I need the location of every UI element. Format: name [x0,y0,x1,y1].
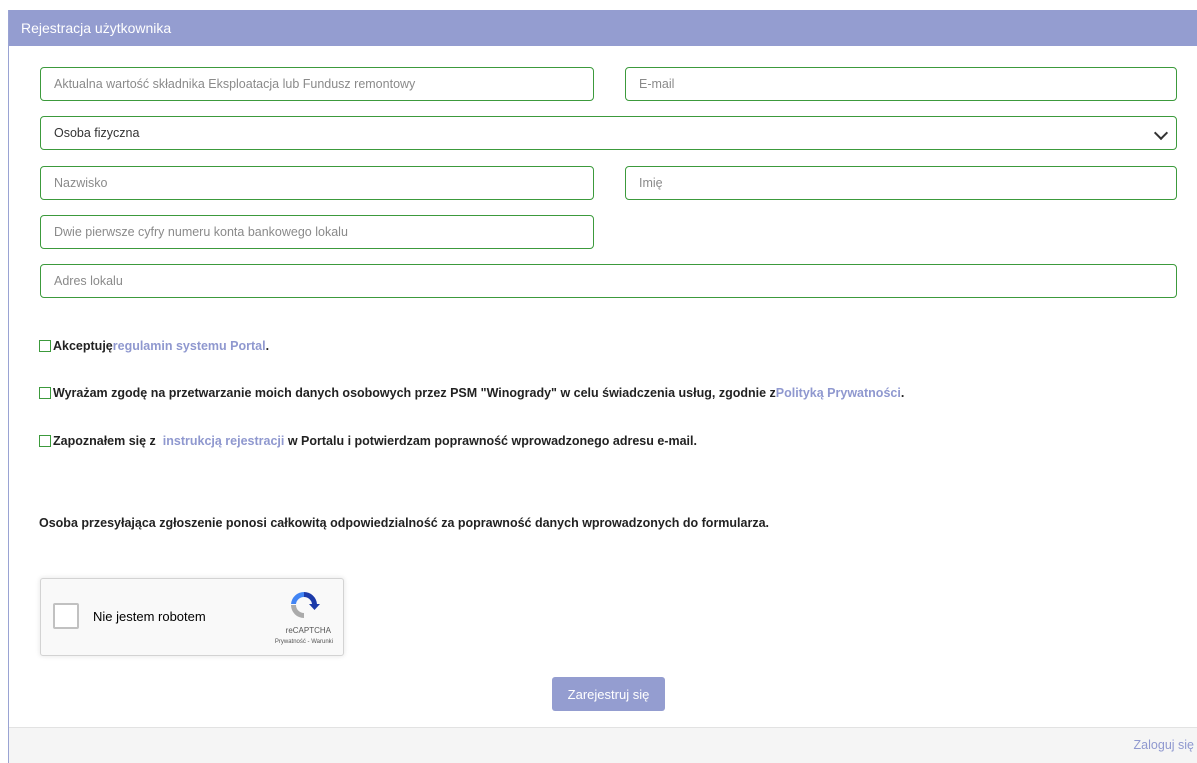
surname-input[interactable] [40,166,594,200]
recaptcha-widget: Nie jestem robotem reCAPTCHA Prywatność … [40,578,344,656]
panel-title: Rejestracja użytkownika [9,10,1197,46]
register-button[interactable]: Zarejestruj się [552,677,665,711]
recaptcha-logo-icon [291,591,320,618]
consent-terms: Akceptuję regulamin systemu Portal . [39,339,269,353]
responsibility-notice: Osoba przesyłająca zgłoszenie ponosi cał… [39,516,770,530]
person-type-select[interactable]: Osoba fizyczna [40,116,1177,150]
consent-privacy-text: Wyrażam zgodę na przetwarzanie moich dan… [53,386,776,400]
recaptcha-checkbox[interactable] [53,603,79,629]
person-type-selected-value: Osoba fizyczna [54,126,140,140]
consent-instructions-text: Zapoznałem się z [53,434,163,448]
recaptcha-label: Nie jestem robotem [93,609,206,624]
terms-checkbox[interactable] [39,340,51,352]
email-input[interactable] [625,67,1177,101]
panel-footer: Zaloguj się [9,727,1197,763]
fund-value-input[interactable] [40,67,594,101]
privacy-checkbox[interactable] [39,387,51,399]
privacy-policy-link[interactable]: Polityką Prywatności [776,386,901,400]
instructions-link[interactable]: instrukcją rejestracji [163,434,285,448]
instructions-checkbox[interactable] [39,435,51,447]
consent-instructions-end: w Portalu i potwierdzam poprawność wprow… [284,434,697,448]
name-input[interactable] [625,166,1177,200]
consent-terms-end: . [265,339,270,353]
consent-privacy-end: . [900,386,905,400]
bank-digits-input[interactable] [40,215,594,249]
consent-terms-text: Akceptuję [53,339,113,353]
recaptcha-terms-link[interactable]: Prywatność - Warunki [275,639,333,645]
consent-instructions: Zapoznałem się z instrukcją rejestracji … [39,434,697,448]
consent-privacy: Wyrażam zgodę na przetwarzanie moich dan… [39,386,904,400]
address-input[interactable] [40,264,1177,298]
registration-panel: Rejestracja użytkownika Osoba fizyczna A… [8,10,1197,763]
login-link[interactable]: Zaloguj się [1134,738,1194,752]
chevron-down-icon [1153,125,1169,141]
terms-link[interactable]: regulamin systemu Portal [113,339,266,353]
recaptcha-brand: reCAPTCHA [285,626,331,635]
